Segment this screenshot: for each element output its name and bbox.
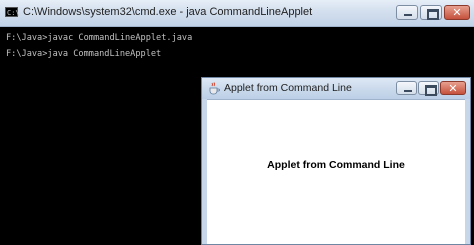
applet-minimize-button[interactable] [396, 81, 417, 95]
console-line-javac: F:\Java>javac CommandLineApplet.java [6, 33, 193, 43]
applet-frame-right [465, 99, 470, 244]
applet-content-area[interactable]: Applet from Command Line [207, 99, 465, 244]
applet-window-title: Applet from Command Line [224, 82, 352, 94]
applet-message: Applet from Command Line [267, 159, 405, 171]
minimize-icon [397, 6, 417, 19]
applet-close-button[interactable]: ✕ [440, 81, 466, 95]
cmd-minimize-button[interactable] [396, 5, 418, 20]
close-icon: ✕ [448, 82, 458, 95]
applet-maximize-button[interactable] [418, 81, 439, 96]
cmd-window-title: C:\Windows\system32\cmd.exe - java Comma… [23, 6, 313, 18]
applet-window: Applet from Command Line ✕ Applet from C… [201, 77, 471, 245]
cmd-maximize-button[interactable] [420, 5, 442, 20]
maximize-icon [421, 6, 441, 20]
maximize-icon [419, 82, 438, 96]
java-cup-icon[interactable] [208, 82, 220, 95]
minimize-icon [397, 82, 416, 94]
applet-title-bar[interactable]: Applet from Command Line ✕ [202, 78, 470, 99]
cmd-title-bar[interactable]: C:\ C:\Windows\system32\cmd.exe - java C… [0, 0, 474, 27]
cmd-close-button[interactable]: ✕ [444, 5, 470, 20]
cmd-app-icon[interactable]: C:\ [5, 7, 20, 17]
console-line-java: F:\Java>java CommandLineApplet [6, 49, 162, 59]
close-icon: ✕ [452, 6, 462, 19]
